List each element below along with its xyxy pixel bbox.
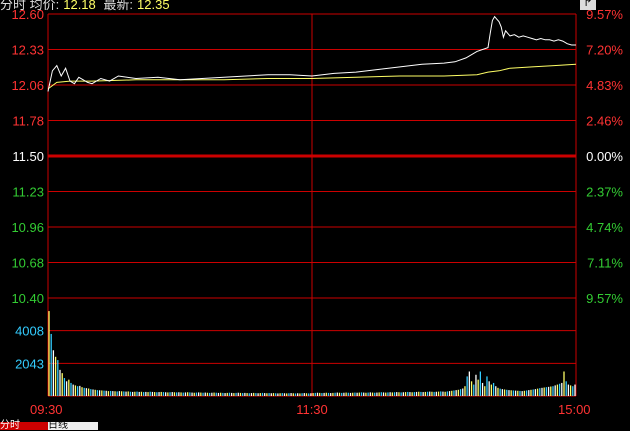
time-tick-label: 15:00 [558,402,591,417]
percent-tick-label: 9.57% [586,291,623,306]
volume-tick-label: 2043 [15,356,44,371]
price-tick-label: 11.50 [12,149,44,164]
percent-tick-label: 4.83% [586,78,623,93]
time-tick-label: 11:30 [296,402,328,417]
price-tick-label: 12.60 [11,7,44,22]
percent-tick-label: 2.37% [586,185,623,200]
price-tick-label: 10.96 [11,220,44,235]
tab-intraday[interactable]: 分时 [0,421,48,431]
bottom-tabs: 分时 日线 [0,419,200,431]
price-tick-label: 12.33 [11,43,44,58]
price-tick-label: 10.40 [11,291,44,306]
price-tick-label: 10.68 [11,256,44,271]
axis-labels: 12.60 12.33 12.06 11.78 11.50 11.23 10.96 10.68… [11,7,623,417]
tab-daily[interactable]: 日线 [48,421,98,431]
volume-tick-label: 4008 [15,324,44,339]
percent-tick-label: 7.20% [586,43,623,58]
intraday-chart: 12.60 12.33 12.06 11.78 11.50 11.23 10.96 10.68… [11,7,623,417]
time-tick-label: 09:30 [30,402,63,417]
percent-tick-label: 2.46% [586,114,623,129]
percent-tick-label: 4.74% [586,220,623,235]
percent-tick-label: 0.00% [586,149,623,164]
price-tick-label: 11.23 [12,185,44,200]
percent-tick-label: 7.11% [587,256,623,271]
percent-tick-label: 9.57% [586,7,623,22]
price-tick-label: 11.78 [12,114,44,129]
price-tick-label: 12.06 [11,78,44,93]
